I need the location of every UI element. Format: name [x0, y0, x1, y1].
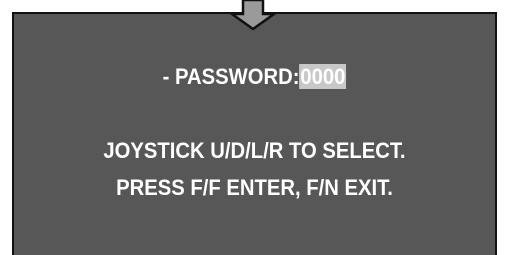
- password-osd-panel: - PASSWORD:0000 JOYSTICK U/D/L/R TO SELE…: [12, 12, 497, 255]
- page: - PASSWORD:0000 JOYSTICK U/D/L/R TO SELE…: [0, 0, 510, 255]
- password-label: - PASSWORD:: [162, 64, 300, 89]
- instruction-line-2: PRESS F/F ENTER, F/N EXIT.: [116, 175, 393, 200]
- password-value-field[interactable]: 0000: [299, 64, 347, 89]
- instruction-line-1: JOYSTICK U/D/L/R TO SELECT.: [103, 138, 406, 163]
- down-arrow-icon: [230, 0, 276, 30]
- password-row: - PASSWORD:0000: [33, 64, 476, 90]
